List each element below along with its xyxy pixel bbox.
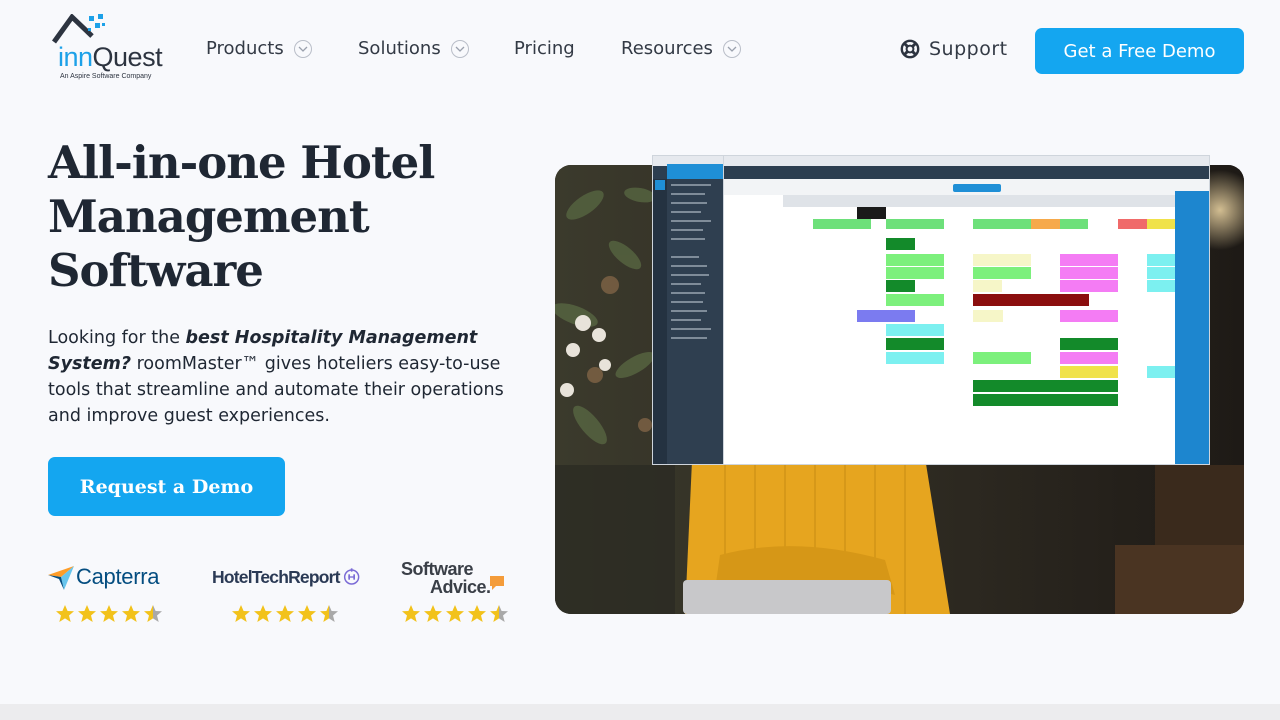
hero-title: All-in-one Hotel Management Software bbox=[48, 136, 518, 298]
logo-tagline: An Aspire Software Company bbox=[60, 73, 152, 80]
chevron-down-icon bbox=[293, 39, 312, 58]
innquest-logo[interactable]: innQuest An Aspire Software Company bbox=[52, 14, 170, 84]
nav-item-label: Solutions bbox=[358, 38, 441, 59]
logo-wordmark: innQuest bbox=[58, 42, 163, 72]
lifebuoy-icon bbox=[900, 39, 920, 59]
star-icon bbox=[276, 605, 294, 622]
star-icon bbox=[468, 605, 486, 622]
star-icon bbox=[490, 605, 508, 622]
nav-item-label: Products bbox=[206, 38, 284, 59]
site-header: innQuest An Aspire Software Company Prod… bbox=[0, 0, 1280, 100]
nav-item-pricing[interactable]: Pricing bbox=[514, 38, 575, 59]
star-icon bbox=[122, 605, 140, 622]
get-free-demo-button[interactable]: Get a Free Demo bbox=[1035, 28, 1244, 74]
star-icon bbox=[144, 605, 162, 622]
review-hoteltechreport[interactable]: HotelTechReport bbox=[212, 560, 360, 630]
hero-title-line: Software bbox=[48, 244, 264, 297]
softwareadvice-logo: Software Advice. bbox=[401, 560, 507, 596]
star-icon bbox=[232, 605, 250, 622]
star-icon bbox=[56, 605, 74, 622]
speech-bubble-icon bbox=[490, 576, 504, 590]
star-icon bbox=[100, 605, 118, 622]
star-icon bbox=[298, 605, 316, 622]
hoteltechreport-wordmark: HotelTechReport bbox=[212, 566, 340, 587]
hoteltechreport-emblem-icon bbox=[343, 568, 360, 585]
review-softwareadvice[interactable]: Software Advice. bbox=[401, 560, 509, 630]
nav-item-solutions[interactable]: Solutions bbox=[358, 38, 469, 59]
nav-item-resources[interactable]: Resources bbox=[621, 38, 741, 59]
support-link[interactable]: Support bbox=[900, 38, 1008, 60]
nav-item-label: Resources bbox=[621, 38, 713, 59]
support-label: Support bbox=[929, 38, 1008, 60]
roommaster-screenshot bbox=[652, 155, 1210, 465]
star-icon bbox=[320, 605, 338, 622]
booking-chart-illustration bbox=[653, 156, 1209, 464]
hero-title-line: All-in-one Hotel bbox=[48, 136, 435, 189]
rating-stars bbox=[55, 604, 163, 624]
star-icon bbox=[402, 605, 420, 622]
rating-stars bbox=[401, 604, 509, 624]
star-icon bbox=[446, 605, 464, 622]
chevron-down-icon bbox=[450, 39, 469, 58]
capterra-arrow-icon bbox=[48, 566, 74, 590]
request-demo-button[interactable]: Request a Demo bbox=[48, 457, 285, 516]
nav-item-products[interactable]: Products bbox=[206, 38, 312, 59]
chevron-down-icon bbox=[722, 39, 741, 58]
star-icon bbox=[424, 605, 442, 622]
footer-band bbox=[0, 704, 1280, 720]
hero-title-line: Management bbox=[48, 190, 370, 243]
star-icon bbox=[254, 605, 272, 622]
rating-stars bbox=[231, 604, 339, 624]
hero-description: Looking for the best Hospitality Managem… bbox=[48, 325, 518, 429]
hoteltechreport-logo: HotelTechReport bbox=[212, 560, 360, 594]
capterra-logo: Capterra bbox=[48, 560, 173, 594]
hero-text-lead: Looking for the bbox=[48, 328, 186, 348]
nav-item-label: Pricing bbox=[514, 38, 575, 59]
capterra-wordmark: Capterra bbox=[76, 564, 160, 589]
star-icon bbox=[78, 605, 96, 622]
review-capterra[interactable]: Capterra bbox=[48, 560, 173, 630]
